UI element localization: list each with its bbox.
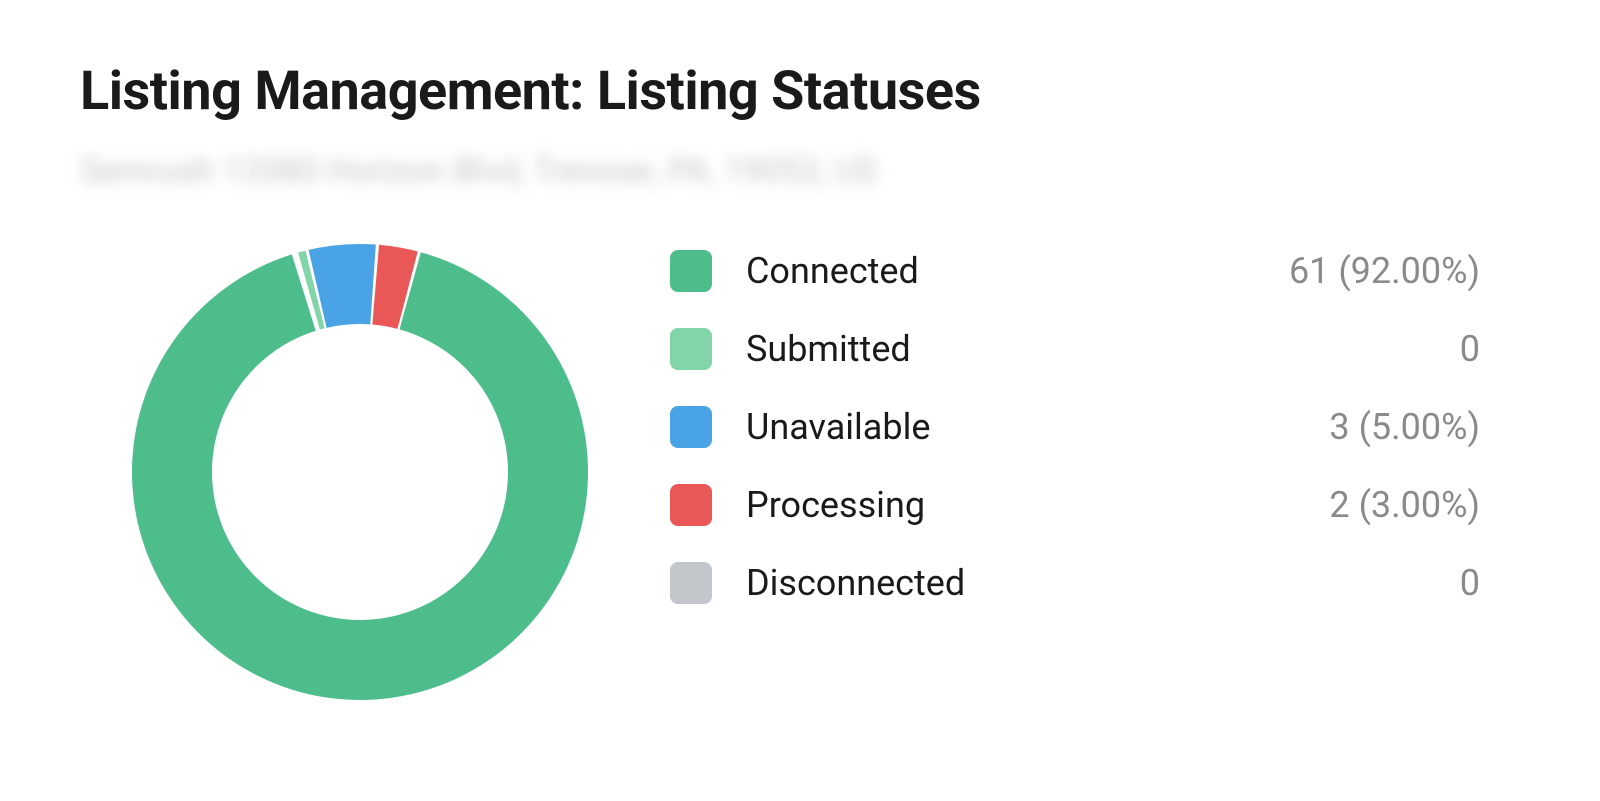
swatch-disconnected-icon: [670, 562, 712, 604]
chart-content-row: Connected 61 (92.00%) Submitted 0 Unavai…: [80, 232, 1520, 702]
location-subtitle: Semrush 12080 Horizon Blvd, Trevose, PA,…: [80, 151, 1520, 192]
page-title: Listing Management: Listing Statuses: [80, 60, 1520, 123]
legend-label: Disconnected: [746, 562, 1436, 604]
legend-item-submitted[interactable]: Submitted 0: [670, 310, 1520, 388]
legend-label: Unavailable: [746, 406, 1305, 448]
legend-item-connected[interactable]: Connected 61 (92.00%): [670, 232, 1520, 310]
legend-item-disconnected[interactable]: Disconnected 0: [670, 544, 1520, 622]
donut-chart: [130, 242, 590, 702]
legend-label: Processing: [746, 484, 1305, 526]
swatch-unavailable-icon: [670, 406, 712, 448]
legend-value: 2 (3.00%): [1329, 484, 1520, 526]
legend-item-processing[interactable]: Processing 2 (3.00%): [670, 466, 1520, 544]
legend-value: 0: [1460, 562, 1520, 604]
swatch-processing-icon: [670, 484, 712, 526]
swatch-connected-icon: [670, 250, 712, 292]
swatch-submitted-icon: [670, 328, 712, 370]
legend-value: 0: [1460, 328, 1520, 370]
legend-item-unavailable[interactable]: Unavailable 3 (5.00%): [670, 388, 1520, 466]
legend-value: 61 (92.00%): [1289, 250, 1520, 292]
legend: Connected 61 (92.00%) Submitted 0 Unavai…: [670, 232, 1520, 622]
legend-value: 3 (5.00%): [1329, 406, 1520, 448]
listing-statuses-card: Listing Management: Listing Statuses Sem…: [0, 0, 1600, 702]
legend-label: Submitted: [746, 328, 1436, 370]
legend-label: Connected: [746, 250, 1265, 292]
donut-chart-svg: [130, 242, 590, 702]
